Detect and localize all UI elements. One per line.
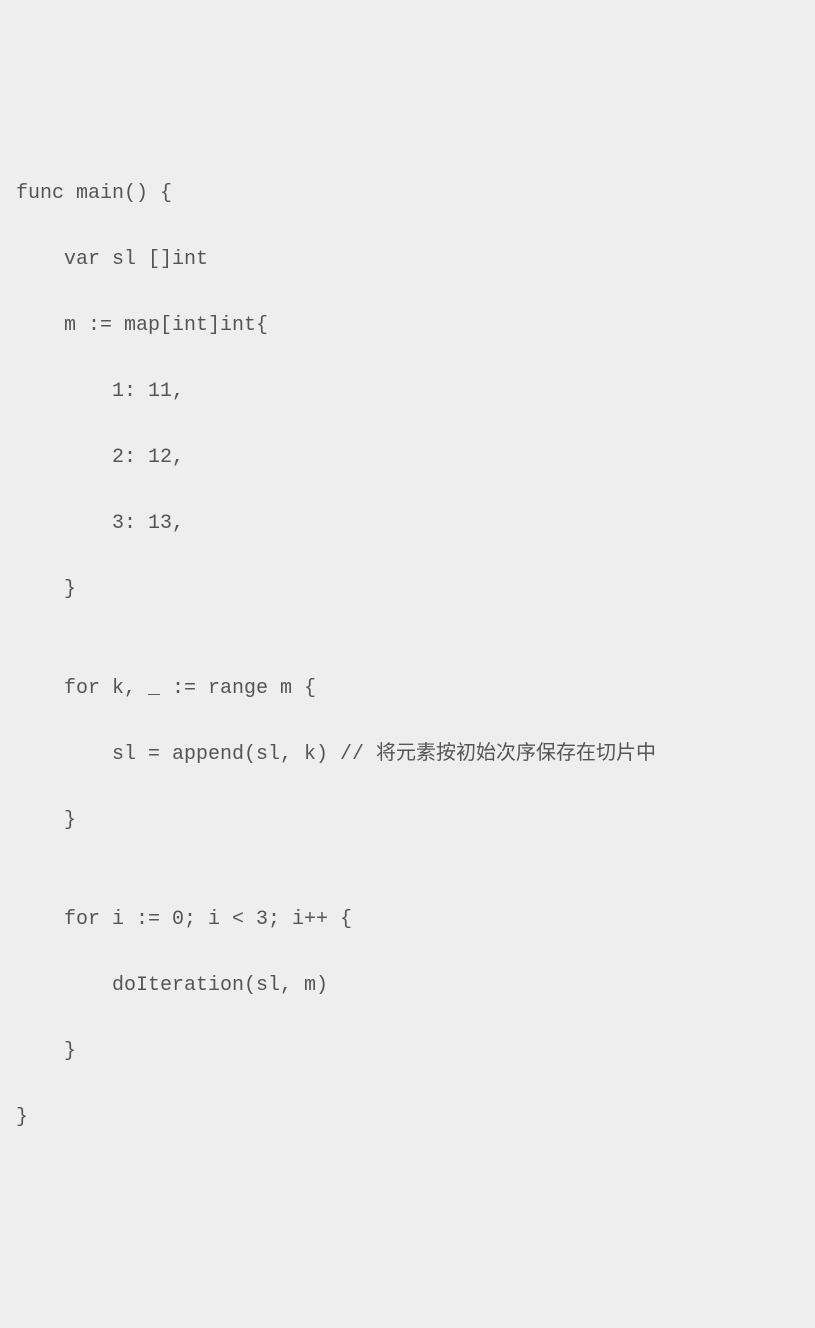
code-line: } (16, 1101, 799, 1134)
code-line: 2: 12, (16, 441, 799, 474)
code-line: } (16, 1035, 799, 1068)
code-line: 3: 13, (16, 507, 799, 540)
code-line: for i := 0; i < 3; i++ { (16, 903, 799, 936)
code-line: } (16, 573, 799, 606)
code-line: } (16, 804, 799, 837)
code-line: sl = append(sl, k) // 将元素按初始次序保存在切片中 (16, 738, 799, 771)
code-line: 1: 11, (16, 375, 799, 408)
code-line: var sl []int (16, 243, 799, 276)
code-line: doIteration(sl, m) (16, 969, 799, 1002)
code-line: for k, _ := range m { (16, 672, 799, 705)
code-line: m := map[int]int{ (16, 309, 799, 342)
code-line: func main() { (16, 177, 799, 210)
code-block: func main() { var sl []int m := map[int]… (16, 144, 799, 1167)
